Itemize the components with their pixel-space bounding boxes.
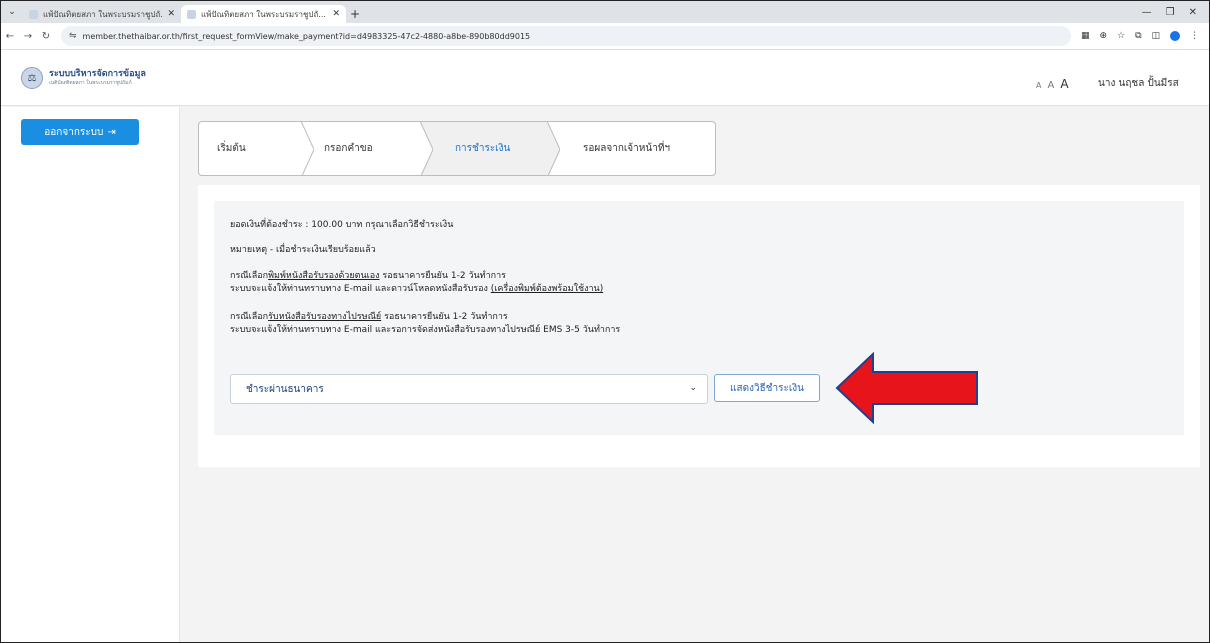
step-chevron-icon [534, 122, 560, 175]
reload-icon[interactable]: ↻ [37, 31, 55, 42]
new-tab-icon[interactable]: + [346, 5, 364, 23]
amount-text: ยอดเงินที่ต้องชำระ : 100.00 บาท กรุณาเลื… [230, 220, 454, 230]
address-bar: ← → ↻ ⇋ member.thethaibar.or.th/first_re… [1, 23, 1209, 50]
note-text: หมายเหตุ - เมื่อชำระเงินเรียบร้อยแล้ว [230, 245, 376, 255]
favicon-icon [187, 9, 196, 19]
chevron-down-icon: ⌄ [689, 383, 697, 393]
url-text: member.thethaibar.or.th/first_request_fo… [82, 31, 531, 41]
menu-dots-icon[interactable]: ⋮ [1190, 31, 1199, 41]
case1-line2-text: ระบบจะแจ้งให้ท่านทราบทาง E-mail และดาวน์… [230, 284, 491, 294]
browser-window: ⌄ แพ้ปัณทิตยสภา ในพระบรมราชูปถั... ✕ แพ้… [0, 0, 1210, 643]
close-tab-icon[interactable]: ✕ [167, 9, 175, 19]
user-name[interactable]: นาง นฤชล ปั้นมีรส [1098, 76, 1179, 91]
case1-option-link[interactable]: พิมพ์หนังสือรับรองด้วยตนเอง [268, 271, 379, 281]
extensions-icon[interactable]: ⧉ [1135, 31, 1141, 41]
window-controls: — ❐ ✕ [1142, 1, 1209, 23]
tab-strip: ⌄ แพ้ปัณทิตยสภา ในพระบรมราชูปถั... ✕ แพ้… [1, 1, 1209, 23]
payment-panel: ยอดเงินที่ต้องชำระ : 100.00 บาท กรุณาเลื… [214, 201, 1184, 435]
sidebar: ออกจากระบบ ⇥ [1, 107, 180, 642]
payment-card: ยอดเงินที่ต้องชำระ : 100.00 บาท กรุณาเลื… [198, 185, 1200, 467]
logo-subtitle: เนติบัณฑิตยสภา ในพระบรมราชูปถัมภ์ [49, 80, 132, 86]
red-arrow-icon [835, 352, 978, 424]
toolbar-icons: ▦ ⊕ ☆ ⧉ ◫ ⋮ [1081, 31, 1199, 41]
step-form: กรอกคำขอ [301, 122, 433, 175]
step-payment-active: การชำระเงิน [420, 122, 560, 175]
case2-suffix: รอธนาคารยืนยัน 1-2 วันทำการ [381, 312, 508, 322]
browser-tab[interactable]: แพ้ปัณทิตยสภา ในพระบรมราชูปถั... ✕ [23, 5, 181, 23]
case2-option-link[interactable]: รับหนังสือรับรองทางไปรษณีย์ [268, 312, 381, 322]
payment-method-select[interactable]: ชำระผ่านธนาคาร ⌄ [230, 374, 708, 404]
case2-prefix: กรณีเลือก [230, 312, 269, 322]
case2-line1: กรณีเลือกรับหนังสือรับรองทางไปรษณีย์ รอธ… [230, 311, 508, 324]
selected-method: ชำระผ่านธนาคาร [246, 383, 324, 395]
tab-title: แพ้ปัณทิตยสภา ในพระบรมราชูปถั... [201, 9, 326, 19]
font-size-medium[interactable]: A [1047, 80, 1054, 91]
minimize-icon[interactable]: — [1142, 7, 1152, 18]
step-label: เริ่มต้น [217, 143, 246, 154]
case1-line2: ระบบจะแจ้งให้ท่านทราบทาง E-mail และดาวน์… [230, 283, 603, 296]
font-size-large[interactable]: A [1060, 77, 1068, 91]
maximize-icon[interactable]: ❐ [1166, 7, 1175, 18]
sidepanel-icon[interactable]: ◫ [1152, 31, 1161, 41]
logout-button[interactable]: ออกจากระบบ ⇥ [21, 119, 139, 145]
step-start: เริ่มต้น [199, 122, 314, 175]
close-window-icon[interactable]: ✕ [1189, 7, 1197, 18]
font-size-controls: A A A [1036, 77, 1069, 91]
case1-prefix: กรณีเลือก [230, 271, 269, 281]
logout-label: ออกจากระบบ [44, 126, 104, 138]
url-field[interactable]: ⇋ member.thethaibar.or.th/first_request_… [61, 26, 1071, 46]
printer-note-link[interactable]: (เครื่องพิมพ์ต้องพร้อมใช้งาน) [491, 284, 603, 294]
font-size-small[interactable]: A [1036, 81, 1041, 90]
step-waiting: รอผลจากเจ้าหน้าที่ฯ [547, 122, 715, 175]
forward-icon[interactable]: → [19, 31, 37, 42]
site-logo[interactable]: ⚖ ระบบบริหารจัดการข้อมูล เนติบัณฑิตยสภา … [21, 67, 146, 89]
zoom-icon[interactable]: ⊕ [1100, 31, 1108, 41]
profile-avatar-icon[interactable] [1170, 31, 1181, 41]
main-content: เริ่มต้น กรอกคำขอ การชำระเงิน รอผลจากเจ้… [180, 107, 1209, 642]
step-label: กรอกคำขอ [324, 143, 373, 154]
step-chevron-icon [407, 122, 433, 175]
step-label: รอผลจากเจ้าหน้าที่ฯ [583, 143, 671, 154]
show-payment-method-button[interactable]: แสดงวิธีชำระเงิน [714, 374, 820, 402]
close-tab-icon[interactable]: ✕ [332, 9, 340, 19]
bookmark-star-icon[interactable]: ☆ [1117, 31, 1125, 41]
step-chevron-icon [288, 122, 314, 175]
back-icon[interactable]: ← [1, 31, 19, 42]
case1-suffix: รอธนาคารยืนยัน 1-2 วันทำการ [379, 271, 507, 281]
emblem-icon: ⚖ [21, 67, 43, 89]
site-header: ⚖ ระบบบริหารจัดการข้อมูล เนติบัณฑิตยสภา … [1, 50, 1209, 106]
browser-tab-active[interactable]: แพ้ปัณทิตยสภา ในพระบรมราชูปถั... ✕ [181, 5, 346, 23]
progress-steps: เริ่มต้น กรอกคำขอ การชำระเงิน รอผลจากเจ้… [198, 121, 716, 176]
logo-title: ระบบบริหารจัดการข้อมูล [49, 69, 146, 79]
translate-icon[interactable]: ▦ [1081, 31, 1090, 41]
sign-out-icon: ⇥ [107, 126, 116, 138]
site-info-icon[interactable]: ⇋ [69, 31, 77, 41]
case2-line2: ระบบจะแจ้งให้ท่านทราบทาง E-mail และรอการ… [230, 325, 621, 335]
tab-search-icon[interactable]: ⌄ [1, 1, 23, 23]
case1-line1: กรณีเลือกพิมพ์หนังสือรับรองด้วยตนเอง รอธ… [230, 270, 506, 283]
tab-title: แพ้ปัณทิตยสภา ในพระบรมราชูปถั... [43, 9, 164, 19]
step-label: การชำระเงิน [455, 143, 511, 154]
favicon-icon [29, 9, 38, 19]
